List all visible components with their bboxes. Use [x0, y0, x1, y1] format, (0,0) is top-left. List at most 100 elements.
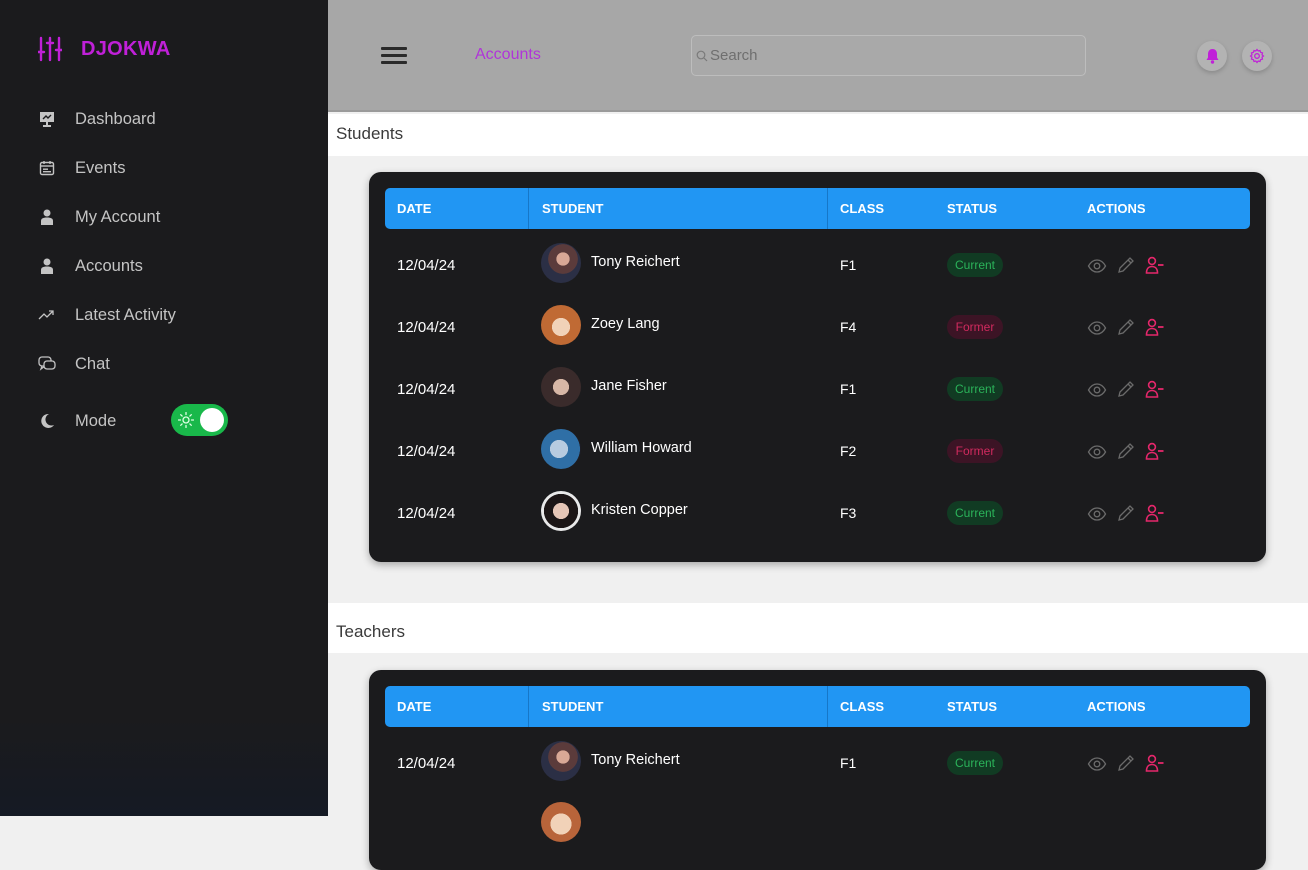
student-name[interactable]: William Howard	[591, 440, 692, 456]
user-icon	[38, 208, 56, 226]
col-actions[interactable]: ACTIONS	[1087, 686, 1146, 727]
brand[interactable]: DJOKWA	[38, 36, 171, 62]
equalizer-logo-icon	[38, 36, 62, 62]
class-cell: F1	[840, 381, 857, 397]
bell-icon	[1206, 49, 1218, 64]
remove-user-icon[interactable]	[1145, 379, 1165, 399]
student-name[interactable]: Zoey Lang	[591, 316, 660, 332]
eye-icon[interactable]	[1087, 754, 1107, 774]
pencil-icon[interactable]	[1116, 317, 1136, 337]
presentation-icon	[38, 110, 56, 128]
mode-row: Mode	[38, 409, 116, 433]
class-cell: F1	[840, 755, 857, 771]
students-table: DATE STUDENT CLASS STATUS ACTIONS 12/04/…	[369, 172, 1266, 562]
avatar	[541, 741, 581, 781]
avatar	[541, 802, 581, 842]
settings-button[interactable]	[1242, 41, 1272, 71]
date-cell: 12/04/24	[397, 257, 456, 274]
col-date[interactable]: DATE	[397, 686, 431, 727]
students-section-title: Students	[328, 114, 1308, 156]
student-name[interactable]: Tony Reichert	[591, 254, 680, 270]
remove-user-icon[interactable]	[1145, 503, 1165, 523]
status-badge: Current	[947, 253, 1003, 277]
date-cell: 12/04/24	[397, 755, 456, 772]
user-icon	[38, 257, 56, 275]
class-cell: F3	[840, 505, 857, 521]
avatar	[541, 429, 581, 469]
avatar	[541, 367, 581, 407]
eye-icon[interactable]	[1087, 380, 1107, 400]
eye-icon[interactable]	[1087, 256, 1107, 276]
remove-user-icon[interactable]	[1145, 753, 1165, 773]
search-input[interactable]	[708, 37, 1070, 74]
mode-label: Mode	[75, 411, 117, 430]
student-name[interactable]: Jane Fisher	[591, 378, 667, 394]
table-row: 12/04/24 Tony Reichert F1 Current	[385, 234, 1250, 296]
date-cell: 12/04/24	[397, 319, 456, 336]
date-cell: 12/04/24	[397, 381, 456, 398]
topbar: Accounts	[328, 0, 1308, 112]
eye-icon[interactable]	[1087, 442, 1107, 462]
col-status[interactable]: STATUS	[947, 686, 997, 727]
pencil-icon[interactable]	[1116, 441, 1136, 461]
sidebar-item-chat[interactable]: Chat	[38, 352, 110, 376]
student-name[interactable]: Tony Reichert	[591, 752, 680, 768]
remove-user-icon[interactable]	[1145, 317, 1165, 337]
table-header: DATE STUDENT CLASS STATUS ACTIONS	[385, 188, 1250, 229]
remove-user-icon[interactable]	[1145, 441, 1165, 461]
col-status[interactable]: STATUS	[947, 188, 997, 229]
gear-icon	[1249, 48, 1265, 64]
col-date[interactable]: DATE	[397, 188, 431, 229]
col-student[interactable]: STUDENT	[542, 188, 603, 229]
table-row: 12/04/24 Zoey Lang F4 Former	[385, 296, 1250, 358]
col-student[interactable]: STUDENT	[542, 686, 603, 727]
sidebar-item-latest-activity[interactable]: Latest Activity	[38, 303, 176, 327]
eye-icon[interactable]	[1087, 504, 1107, 524]
moon-icon	[38, 412, 56, 430]
student-name[interactable]: Kristen Copper	[591, 502, 688, 518]
menu-icon[interactable]	[381, 46, 407, 66]
calendar-icon	[38, 159, 56, 177]
pencil-icon[interactable]	[1116, 503, 1136, 523]
sidebar-item-label: Accounts	[75, 256, 143, 275]
col-class[interactable]: CLASS	[840, 188, 884, 229]
search-box[interactable]	[691, 35, 1086, 76]
mode-toggle[interactable]	[171, 404, 228, 436]
brand-name: DJOKWA	[81, 37, 171, 60]
sidebar-item-accounts[interactable]: Accounts	[38, 254, 143, 278]
chat-icon	[38, 355, 56, 373]
class-cell: F1	[840, 257, 857, 273]
eye-icon[interactable]	[1087, 318, 1107, 338]
avatar	[541, 243, 581, 283]
sidebar-item-my-account[interactable]: My Account	[38, 205, 160, 229]
remove-user-icon[interactable]	[1145, 255, 1165, 275]
table-header: DATE STUDENT CLASS STATUS ACTIONS	[385, 686, 1250, 727]
search-icon	[696, 50, 708, 61]
table-row: 12/04/24 Tony Reichert F1 Current	[385, 732, 1250, 794]
pencil-icon[interactable]	[1116, 379, 1136, 399]
col-class[interactable]: CLASS	[840, 686, 884, 727]
sidebar-item-dashboard[interactable]: Dashboard	[38, 107, 156, 131]
teachers-section-title: Teachers	[328, 603, 1308, 653]
avatar	[541, 491, 581, 531]
sidebar-item-events[interactable]: Events	[38, 156, 125, 180]
sidebar-item-label: My Account	[75, 207, 161, 226]
col-actions[interactable]: ACTIONS	[1087, 188, 1146, 229]
status-badge: Current	[947, 751, 1003, 775]
trend-icon	[38, 306, 56, 324]
notifications-button[interactable]	[1197, 41, 1227, 71]
sidebar-item-label: Events	[75, 158, 126, 177]
class-cell: F4	[840, 319, 857, 335]
table-row: 12/04/24 Kristen Copper F3 Current	[385, 482, 1250, 544]
sun-icon	[178, 412, 194, 428]
pencil-icon[interactable]	[1116, 255, 1136, 275]
class-cell: F2	[840, 443, 857, 459]
status-badge: Current	[947, 501, 1003, 525]
breadcrumb[interactable]: Accounts	[475, 46, 541, 64]
sidebar-item-label: Chat	[75, 354, 110, 373]
table-row: 12/04/24 Jane Fisher F1 Current	[385, 358, 1250, 420]
sidebar-item-label: Dashboard	[75, 109, 156, 128]
sidebar: DJOKWA Dashboard Events My Account Accou…	[0, 0, 328, 816]
pencil-icon[interactable]	[1116, 753, 1136, 773]
date-cell: 12/04/24	[397, 505, 456, 522]
